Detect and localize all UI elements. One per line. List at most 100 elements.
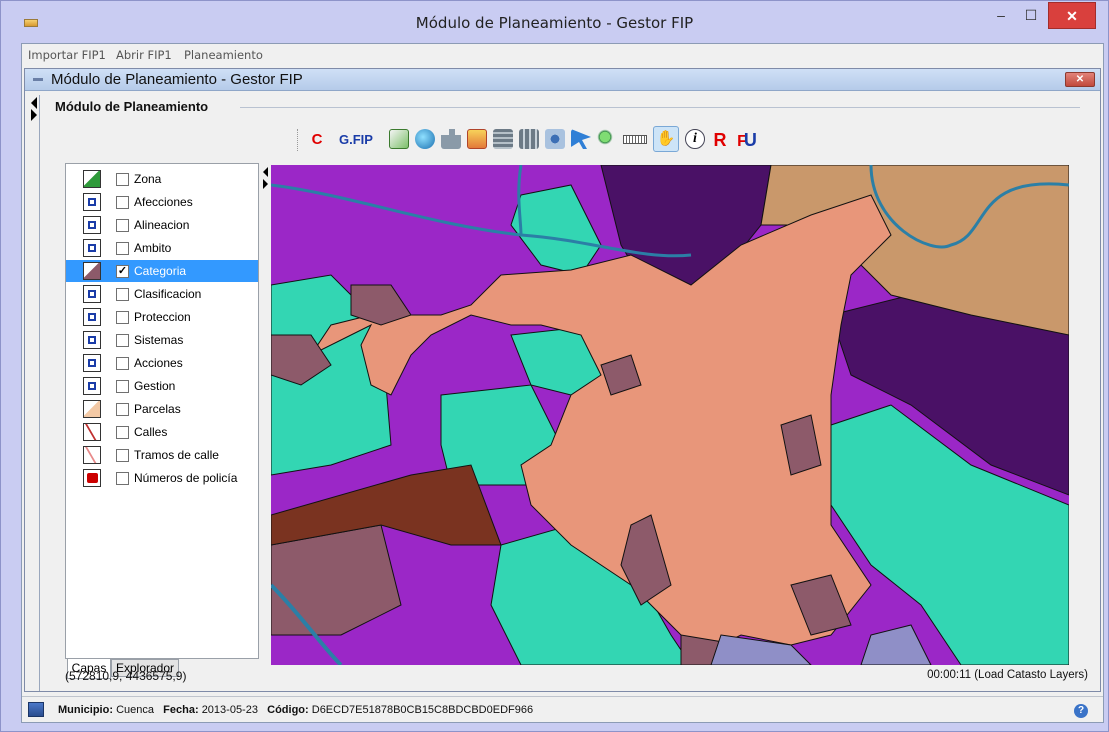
load-status: 00:00:11 (Load Catasto Layers) [927, 669, 1088, 681]
map-canvas[interactable] [271, 165, 1069, 665]
maximize-button[interactable]: ☐ [1016, 1, 1046, 31]
r-button[interactable]: R [711, 127, 729, 153]
status-bar: Municipio: Cuenca Fecha: 2013-05-23 Códi… [22, 696, 1103, 722]
menu-abrir-fip1[interactable]: Abrir FIP1 [116, 48, 172, 62]
layer-checkbox[interactable] [116, 334, 129, 347]
parcel-icon [83, 400, 101, 418]
layer-row[interactable]: Proteccion [66, 306, 258, 328]
group-title: Módulo de Planeamiento [55, 99, 209, 114]
layer-row[interactable]: Tramos de calle [66, 444, 258, 466]
layer-label: Números de policía [134, 471, 238, 485]
layer-row[interactable]: Gestion [66, 375, 258, 397]
layer-label: Ambito [134, 241, 172, 255]
layer-checkbox[interactable] [116, 357, 129, 370]
layer-checkbox[interactable] [116, 403, 129, 416]
help-icon[interactable]: ? [1074, 704, 1088, 718]
inner-close-button[interactable]: ✕ [1065, 72, 1095, 87]
inner-window: Módulo de Planeamiento - Gestor FIP ✕ Mó… [24, 68, 1101, 692]
minimize-button[interactable]: – [986, 1, 1016, 31]
globe-search-icon[interactable] [415, 129, 435, 149]
layer-row[interactable]: Clasificacion [66, 283, 258, 305]
inner-title-bar[interactable]: Módulo de Planeamiento - Gestor FIP ✕ [25, 69, 1100, 91]
application-window: Módulo de Planeamiento - Gestor FIP – ☐ … [0, 0, 1109, 732]
layer-row[interactable]: Afecciones [66, 191, 258, 213]
layer-checkbox[interactable]: ✓ [116, 265, 129, 278]
layer-label: Proteccion [134, 310, 191, 324]
layers-grid-icon[interactable] [519, 129, 539, 149]
layer-label: Calles [134, 425, 168, 439]
toolbar: C G.FIP ✋ i R FU [297, 125, 857, 155]
title-bar[interactable]: Módulo de Planeamiento - Gestor FIP – ☐ … [1, 1, 1108, 43]
street-segment-icon [83, 446, 101, 464]
layer-label: Tramos de calle [134, 448, 219, 462]
menu-bar: Importar FIP1 Abrir FIP1 Planeamiento [22, 44, 1103, 66]
codigo-value: D6ECD7E51878B0CB15C8BDCBD0EDF966 [311, 704, 534, 716]
layer-row[interactable]: Calles [66, 421, 258, 443]
layer-checkbox[interactable] [116, 311, 129, 324]
group-divider [240, 107, 1080, 108]
layer-label: Gestion [134, 379, 176, 393]
ruler-icon[interactable] [623, 135, 647, 144]
table-icon[interactable] [493, 129, 513, 149]
pointer-icon[interactable] [571, 129, 591, 149]
layer-checkbox[interactable] [116, 288, 129, 301]
fecha-label: Fecha: [163, 704, 199, 716]
expand-right-icon[interactable] [31, 109, 37, 121]
c-button[interactable]: C [309, 127, 325, 153]
layer-label: Afecciones [134, 195, 193, 209]
polygon-select-icon [83, 239, 101, 257]
polygon-select-icon [83, 193, 101, 211]
layer-row[interactable]: Alineacion [66, 214, 258, 236]
street-icon [83, 423, 101, 441]
close-button[interactable]: ✕ [1048, 2, 1096, 29]
layer-checkbox[interactable] [116, 472, 129, 485]
layer-row[interactable]: Zona [66, 168, 258, 190]
municipio-label: Municipio: [58, 704, 113, 716]
inner-window-icon [33, 78, 43, 81]
fecha-value: 2013-05-23 [201, 704, 258, 716]
layer-checkbox[interactable] [116, 173, 129, 186]
polygon-green-icon [83, 170, 101, 188]
gfip-button[interactable]: G.FIP [331, 127, 381, 153]
polygon-select-icon [83, 216, 101, 234]
layer-label: Zona [134, 172, 162, 186]
menu-planeamiento[interactable]: Planeamiento [184, 48, 263, 62]
layer-label: Clasificacion [134, 287, 202, 301]
sld-style-icon[interactable] [467, 129, 487, 149]
polygon-select-icon [83, 331, 101, 349]
zoom-icon[interactable] [597, 129, 617, 149]
edit-icon[interactable] [389, 129, 409, 149]
layer-checkbox[interactable] [116, 242, 129, 255]
layer-checkbox[interactable] [116, 426, 129, 439]
layer-row[interactable]: Ambito [66, 237, 258, 259]
layer-row[interactable]: ✓ Categoria [66, 260, 258, 282]
polygon-select-icon [83, 308, 101, 326]
layer-row[interactable]: Sistemas [66, 329, 258, 351]
map-svg [271, 165, 1069, 665]
fu-u-letter: U [743, 130, 757, 150]
layer-row[interactable]: Parcelas [66, 398, 258, 420]
info-icon[interactable]: i [685, 129, 705, 149]
fu-button[interactable]: FU [733, 127, 761, 153]
layer-checkbox[interactable] [116, 449, 129, 462]
network-icon[interactable] [545, 129, 565, 149]
layer-checkbox[interactable] [116, 380, 129, 393]
pan-hand-icon[interactable]: ✋ [653, 126, 679, 152]
coordinates-readout: (572810,9, 4436575,9) [65, 669, 187, 683]
layer-row[interactable]: Números de policía [66, 467, 258, 489]
expand-panel-icon[interactable] [263, 179, 268, 189]
layer-checkbox[interactable] [116, 196, 129, 209]
side-divider [39, 95, 40, 691]
puzzle-icon[interactable] [441, 129, 461, 149]
client-area: Importar FIP1 Abrir FIP1 Planeamiento Mó… [21, 43, 1104, 723]
database-icon [28, 702, 44, 717]
layer-row[interactable]: Acciones [66, 352, 258, 374]
layer-checkbox[interactable] [116, 219, 129, 232]
window-title: Módulo de Planeamiento - Gestor FIP [415, 14, 694, 32]
polygon-select-icon [83, 377, 101, 395]
layer-label: Parcelas [134, 402, 181, 416]
layer-label: Sistemas [134, 333, 184, 347]
menu-importar-fip1[interactable]: Importar FIP1 [28, 48, 106, 62]
collapse-panel-icon[interactable] [263, 167, 268, 177]
collapse-left-icon[interactable] [31, 97, 37, 109]
